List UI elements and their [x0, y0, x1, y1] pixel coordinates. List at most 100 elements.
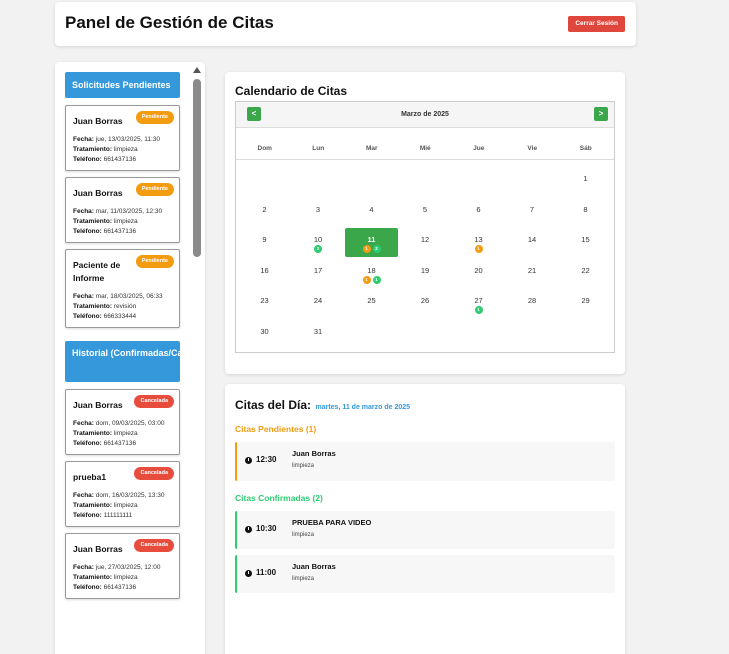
day-number: 28 — [527, 296, 537, 305]
weekday-header: Mié — [419, 145, 431, 152]
calendar-day[interactable]: 1 — [559, 167, 612, 196]
day-number: 5 — [422, 204, 428, 214]
calendar-day[interactable]: 9 — [238, 228, 291, 257]
calendar-day[interactable]: 7 — [506, 198, 559, 227]
status-badge: Pendiente — [135, 255, 174, 268]
card-treatment-row: Tratamiento: revisión — [73, 302, 172, 312]
day-number: 14 — [527, 235, 537, 244]
appointment-patient: Juan Borras — [292, 562, 336, 571]
logout-button[interactable]: Cerrar Sesión — [568, 16, 625, 32]
calendar-day[interactable]: 17 — [292, 259, 345, 288]
weekday-header: Sáb — [579, 145, 592, 152]
calendar-day[interactable]: 19 — [399, 259, 452, 288]
history-card[interactable]: Cancelada Juan Borras Fecha: jue, 27/03/20… — [65, 533, 180, 599]
sidebar-scrollbar[interactable] — [191, 65, 203, 654]
status-badge: Cancelada — [134, 539, 174, 552]
card-date-value: jue, 13/03/2025, 11:30 — [95, 136, 160, 143]
day-number: 3 — [315, 204, 321, 214]
calendar-day[interactable]: 4 — [345, 198, 398, 227]
card-date-row: Fecha: dom, 09/03/2025, 03:00 — [73, 419, 172, 429]
calendar-day[interactable]: 15 — [559, 228, 612, 257]
confirmed-count-badge: 2 — [314, 245, 322, 253]
appointment-time: 10:30 — [256, 524, 277, 533]
calendar-day[interactable]: 11 1 2 — [345, 228, 398, 257]
calendar-day[interactable]: 12 — [399, 228, 452, 257]
calendar-day[interactable]: 30 — [238, 320, 291, 349]
calendar-day[interactable]: 23 — [238, 289, 291, 318]
day-date: martes, 11 de marzo de 2025 — [315, 404, 411, 411]
clock-icon — [245, 457, 252, 464]
history-card[interactable]: Cancelada prueba1 Fecha: dom, 16/03/2025, … — [65, 461, 180, 527]
day-number: 27 — [474, 296, 483, 305]
calendar-day[interactable]: 10 2 — [292, 228, 345, 257]
calendar-day[interactable]: 24 — [292, 289, 345, 318]
card-treatment-label: Tratamiento: — [73, 502, 113, 509]
day-number: 17 — [313, 265, 323, 275]
card-phone-value: 661437136 — [103, 584, 137, 591]
day-number: 20 — [474, 265, 483, 275]
pending-count-badge: 1 — [474, 245, 483, 253]
card-date-value: jue, 27/03/2025, 12:00 — [95, 564, 161, 571]
card-phone-row: Teléfono: 661437136 — [73, 155, 172, 165]
card-treatment-row: Tratamiento: limpieza — [73, 501, 172, 511]
day-number: 4 — [369, 204, 374, 214]
card-date-label: Fecha: — [73, 208, 94, 215]
calendar-day[interactable]: 22 — [559, 259, 612, 288]
day-heading: Citas del Día: martes, 11 de marzo de 20… — [235, 396, 410, 414]
appointment-item[interactable]: 12:30 Juan Borras limpieza — [235, 442, 615, 481]
scroll-up-arrow-icon[interactable] — [193, 67, 201, 73]
calendar-panel: Calendario de Citas < Marzo de 2025 > Do… — [225, 72, 625, 374]
card-date-label: Fecha: — [73, 420, 94, 427]
card-date-row: Fecha: jue, 13/03/2025, 11:30 — [73, 135, 172, 145]
weekday-header: Dom — [257, 145, 272, 152]
calendar-day[interactable]: 8 — [559, 198, 612, 227]
day-number: 16 — [260, 265, 269, 275]
calendar-day[interactable]: 28 — [506, 289, 559, 318]
calendar-day[interactable]: 29 — [559, 289, 612, 318]
day-number: 25 — [367, 296, 376, 305]
scroll-thumb[interactable] — [193, 79, 201, 257]
card-date-label: Fecha: — [73, 136, 94, 143]
calendar-day[interactable]: 26 — [399, 289, 452, 318]
calendar-day[interactable]: 16 — [238, 259, 291, 288]
confirmed-count-badge: 2 — [372, 245, 381, 253]
card-phone-value: 661437136 — [103, 228, 137, 235]
appointment-item[interactable]: 11:00 Juan Borras limpieza — [235, 555, 615, 593]
day-number: 31 — [313, 326, 323, 336]
card-phone-row: Teléfono: 661437136 — [73, 439, 172, 449]
calendar-day[interactable]: 21 — [506, 259, 559, 288]
card-treatment-value: limpieza — [113, 502, 138, 509]
pending-card[interactable]: Pendiente Juan Borras Fecha: mar, 11/03/20… — [65, 177, 180, 243]
weekday-header: Jue — [473, 145, 485, 152]
calendar-day[interactable]: 25 — [345, 289, 398, 318]
card-date-value: mar, 18/03/2025, 06:33 — [95, 293, 163, 300]
appointment-item[interactable]: 10:30 PRUEBA PARA VIDEO limpieza — [235, 511, 615, 549]
day-number: 18 — [367, 265, 376, 275]
calendar-day[interactable]: 2 — [238, 198, 291, 227]
header-bar: Panel de Gestión de Citas Cerrar Sesión — [55, 2, 636, 46]
card-date-row: Fecha: dom, 16/03/2025, 13:30 — [73, 491, 172, 501]
history-header: Historial (Confirmadas/Canceladas) — [65, 341, 180, 382]
next-month-button[interactable]: > — [594, 107, 608, 121]
pending-card[interactable]: Pendiente Juan Borras Fecha: jue, 13/03/20… — [65, 105, 180, 171]
pending-card[interactable]: Pendiente Paciente de Informe Fecha: mar, … — [65, 249, 180, 328]
calendar-day[interactable]: 27 1 — [452, 289, 505, 318]
weekday-header: Vie — [527, 145, 538, 152]
day-number: 8 — [583, 204, 588, 214]
calendar-day[interactable]: 14 — [506, 228, 559, 257]
calendar-day[interactable]: 5 — [399, 198, 452, 227]
card-treatment-value: revisión — [113, 303, 137, 310]
card-treatment-label: Tratamiento: — [73, 146, 113, 153]
calendar-day[interactable]: 31 — [292, 320, 345, 349]
calendar-day[interactable]: 20 — [452, 259, 505, 288]
history-card[interactable]: Cancelada Juan Borras Fecha: dom, 09/03/20… — [65, 389, 180, 455]
card-phone-value: 661437136 — [103, 440, 137, 447]
calendar-day[interactable]: 3 — [292, 198, 345, 227]
calendar-day[interactable]: 6 — [452, 198, 505, 227]
calendar-day[interactable]: 13 1 — [452, 228, 505, 257]
day-number: 26 — [420, 296, 430, 305]
day-number: 10 — [313, 235, 323, 244]
day-number: 1 — [583, 174, 588, 183]
calendar-day[interactable]: 18 1 1 — [345, 259, 398, 288]
card-date-label: Fecha: — [73, 564, 94, 571]
